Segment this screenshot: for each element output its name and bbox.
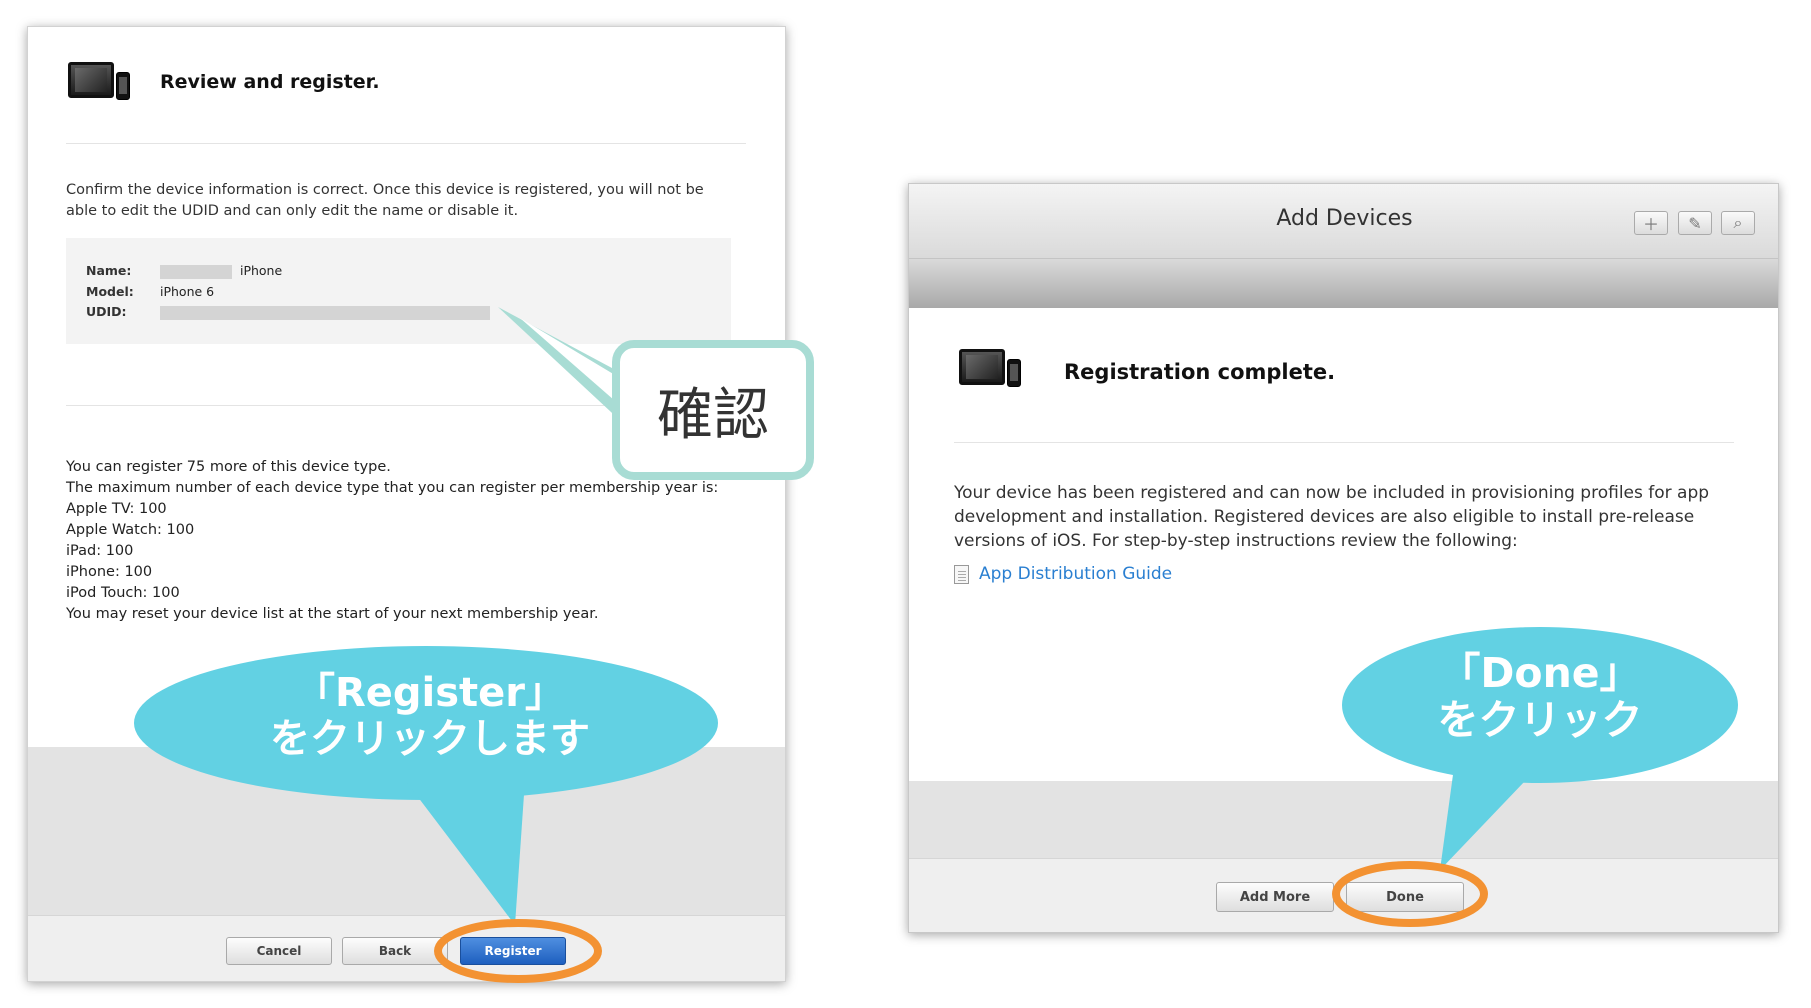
content-spacer [909,781,1778,858]
review-register-panel: Review and register. Confirm the device … [27,26,786,982]
plus-icon[interactable]: ＋ [1634,211,1668,235]
confirm-callout: 確認 [612,340,814,480]
ios-devices-icon [959,347,1023,389]
add-more-button[interactable]: Add More [1216,882,1334,912]
registration-message: Your device has been registered and can … [954,483,1710,551]
ios-devices-icon [68,60,132,102]
device-info-box: Name: iPhone Model: iPhone 6 UDID: [66,238,731,344]
register-button[interactable]: Register [460,937,566,965]
edit-icon[interactable]: ✎ [1678,211,1712,235]
toolbar-band [909,259,1778,308]
divider [954,442,1734,443]
model-label: Model: [86,284,134,299]
back-button[interactable]: Back [342,937,448,965]
done-bubble-line1: 「Done」 [1439,649,1641,697]
limits-line: iPhone: 100 [66,564,153,580]
done-button[interactable]: Done [1346,882,1464,912]
confirm-instructions: Confirm the device information is correc… [66,182,704,219]
name-value: iPhone [239,263,283,278]
limits-line: The maximum number of each device type t… [66,480,719,496]
app-distribution-guide-link[interactable]: App Distribution Guide [954,564,1172,584]
footer-bar: Add More Done [909,858,1778,932]
link-label[interactable]: App Distribution Guide [979,564,1172,584]
device-model-row: Model: iPhone 6 [86,284,214,299]
limits-line: You may reset your device list at the st… [66,606,599,622]
done-bubble-text: 「Done」 をクリック [1350,649,1730,745]
redacted-name [159,264,232,279]
window-titlebar: Add Devices ＋ ✎ ⌕ [909,184,1778,259]
page-title: Review and register. [160,71,380,93]
limits-line: iPod Touch: 100 [66,585,180,601]
limits-line: Apple Watch: 100 [66,522,195,538]
register-bubble-line1: 「Register」 [294,670,566,716]
device-udid-row: UDID: [86,304,490,320]
footer-bar: Cancel Back Register [28,915,785,981]
limits-line: Apple TV: 100 [66,501,167,517]
device-limits: You can register 75 more of this device … [66,457,718,625]
divider [66,143,746,144]
redacted-udid [159,305,490,320]
content-spacer [28,747,785,915]
register-bubble-text: 「Register」 をクリックします [150,670,710,762]
add-devices-window: Add Devices ＋ ✎ ⌕ Registration complete.… [908,183,1779,933]
model-value: iPhone 6 [159,284,215,299]
limits-line: iPad: 100 [66,543,134,559]
udid-label: UDID: [86,304,127,319]
register-bubble-line2: をクリックします [270,716,590,762]
search-icon[interactable]: ⌕ [1721,211,1755,235]
name-label: Name: [86,263,132,278]
done-bubble-line2: をクリック [1437,696,1643,745]
page-title: Registration complete. [1064,360,1336,384]
cancel-button[interactable]: Cancel [226,937,332,965]
document-icon [954,564,969,584]
device-name-row: Name: iPhone [86,263,282,279]
